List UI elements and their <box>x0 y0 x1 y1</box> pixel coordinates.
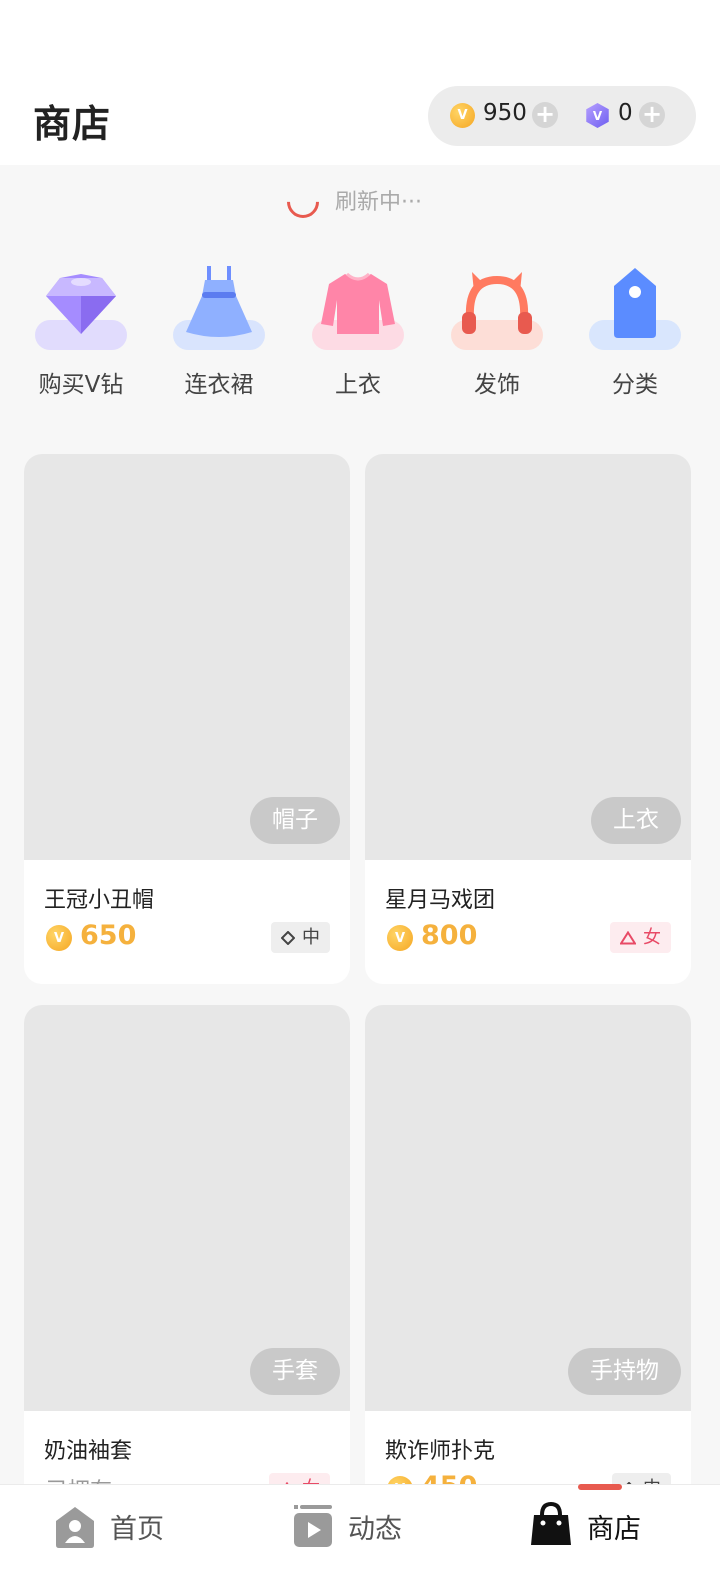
shirt-icon <box>321 272 395 334</box>
tag-icon <box>614 268 656 338</box>
spinner-icon <box>280 179 326 225</box>
product-name: 欺诈师扑克 <box>385 1439 496 1464</box>
nav-home-label: 首页 <box>110 1514 164 1545</box>
category-classify[interactable]: 分类 <box>574 262 694 402</box>
triangle-outline-icon <box>620 930 636 944</box>
product-price: 800 <box>421 920 478 951</box>
video-feed-icon <box>294 1505 332 1547</box>
gem-icon <box>46 274 116 334</box>
wallet-bar: V 950 + V 0 + <box>428 86 696 146</box>
category-label: 分类 <box>612 372 658 398</box>
coin-balance: 950 <box>483 100 527 126</box>
product-card[interactable]: 上衣 星月马戏团 V 800 女 <box>365 454 691 984</box>
coin-icon: V <box>387 925 413 951</box>
gender-badge-label: 女 <box>643 927 661 948</box>
nav-feed[interactable]: 动态 <box>292 1485 422 1584</box>
nav-feed-label: 动态 <box>348 1514 402 1545</box>
product-tag: 手套 <box>250 1348 340 1395</box>
product-price: 650 <box>80 920 137 951</box>
header: 商店 V 950 + V 0 + <box>0 0 720 165</box>
add-coins-button[interactable]: + <box>532 102 558 128</box>
category-label: 连衣裙 <box>184 372 254 398</box>
gender-badge: 女 <box>610 922 671 953</box>
add-gems-button[interactable]: + <box>639 102 665 128</box>
product-name: 王冠小丑帽 <box>44 888 155 913</box>
dress-icon <box>186 266 252 337</box>
gender-badge: 中 <box>271 922 330 953</box>
home-icon <box>56 1507 94 1548</box>
nav-shop-label: 商店 <box>587 1514 641 1545</box>
shopping-bag-icon <box>531 1501 571 1545</box>
active-tab-indicator <box>578 1484 622 1490</box>
refresh-text: 刷新中··· <box>335 190 422 215</box>
page-title: 商店 <box>33 102 112 146</box>
category-row: 购买V钻 连衣裙 上衣 发饰 分类 <box>0 262 720 402</box>
category-buy-vdiamond[interactable]: 购买V钻 <box>20 262 140 402</box>
category-tops[interactable]: 上衣 <box>297 262 417 402</box>
category-hair-accessories[interactable]: 发饰 <box>436 262 556 402</box>
product-card[interactable]: 帽子 王冠小丑帽 V 650 中 <box>24 454 350 984</box>
category-label: 上衣 <box>335 372 381 398</box>
headphones-icon <box>462 272 532 334</box>
nav-shop[interactable]: 商店 <box>529 1485 669 1584</box>
nav-home[interactable]: 首页 <box>54 1485 184 1584</box>
coin-icon: V <box>450 103 475 128</box>
coin-icon: V <box>46 925 72 951</box>
diamond-outline-icon <box>281 930 295 945</box>
category-label: 购买V钻 <box>38 372 124 398</box>
category-label: 发饰 <box>474 372 520 398</box>
product-card[interactable]: 手持物 欺诈师扑克 V 450 中 <box>365 1005 691 1535</box>
product-tag: 上衣 <box>591 797 681 844</box>
gem-icon: V <box>586 103 609 128</box>
bottom-nav: 首页 动态 商店 <box>0 1484 720 1584</box>
product-card[interactable]: 手套 奶油袖套 已拥有 女 <box>24 1005 350 1535</box>
product-name: 奶油袖套 <box>44 1439 133 1464</box>
gem-balance: 0 <box>618 100 633 126</box>
category-dress[interactable]: 连衣裙 <box>158 262 278 402</box>
refresh-indicator: 刷新中··· <box>280 179 487 225</box>
gender-badge-label: 中 <box>302 927 320 948</box>
product-tag: 帽子 <box>250 797 340 844</box>
product-tag: 手持物 <box>568 1348 681 1395</box>
product-name: 星月马戏团 <box>385 888 496 913</box>
